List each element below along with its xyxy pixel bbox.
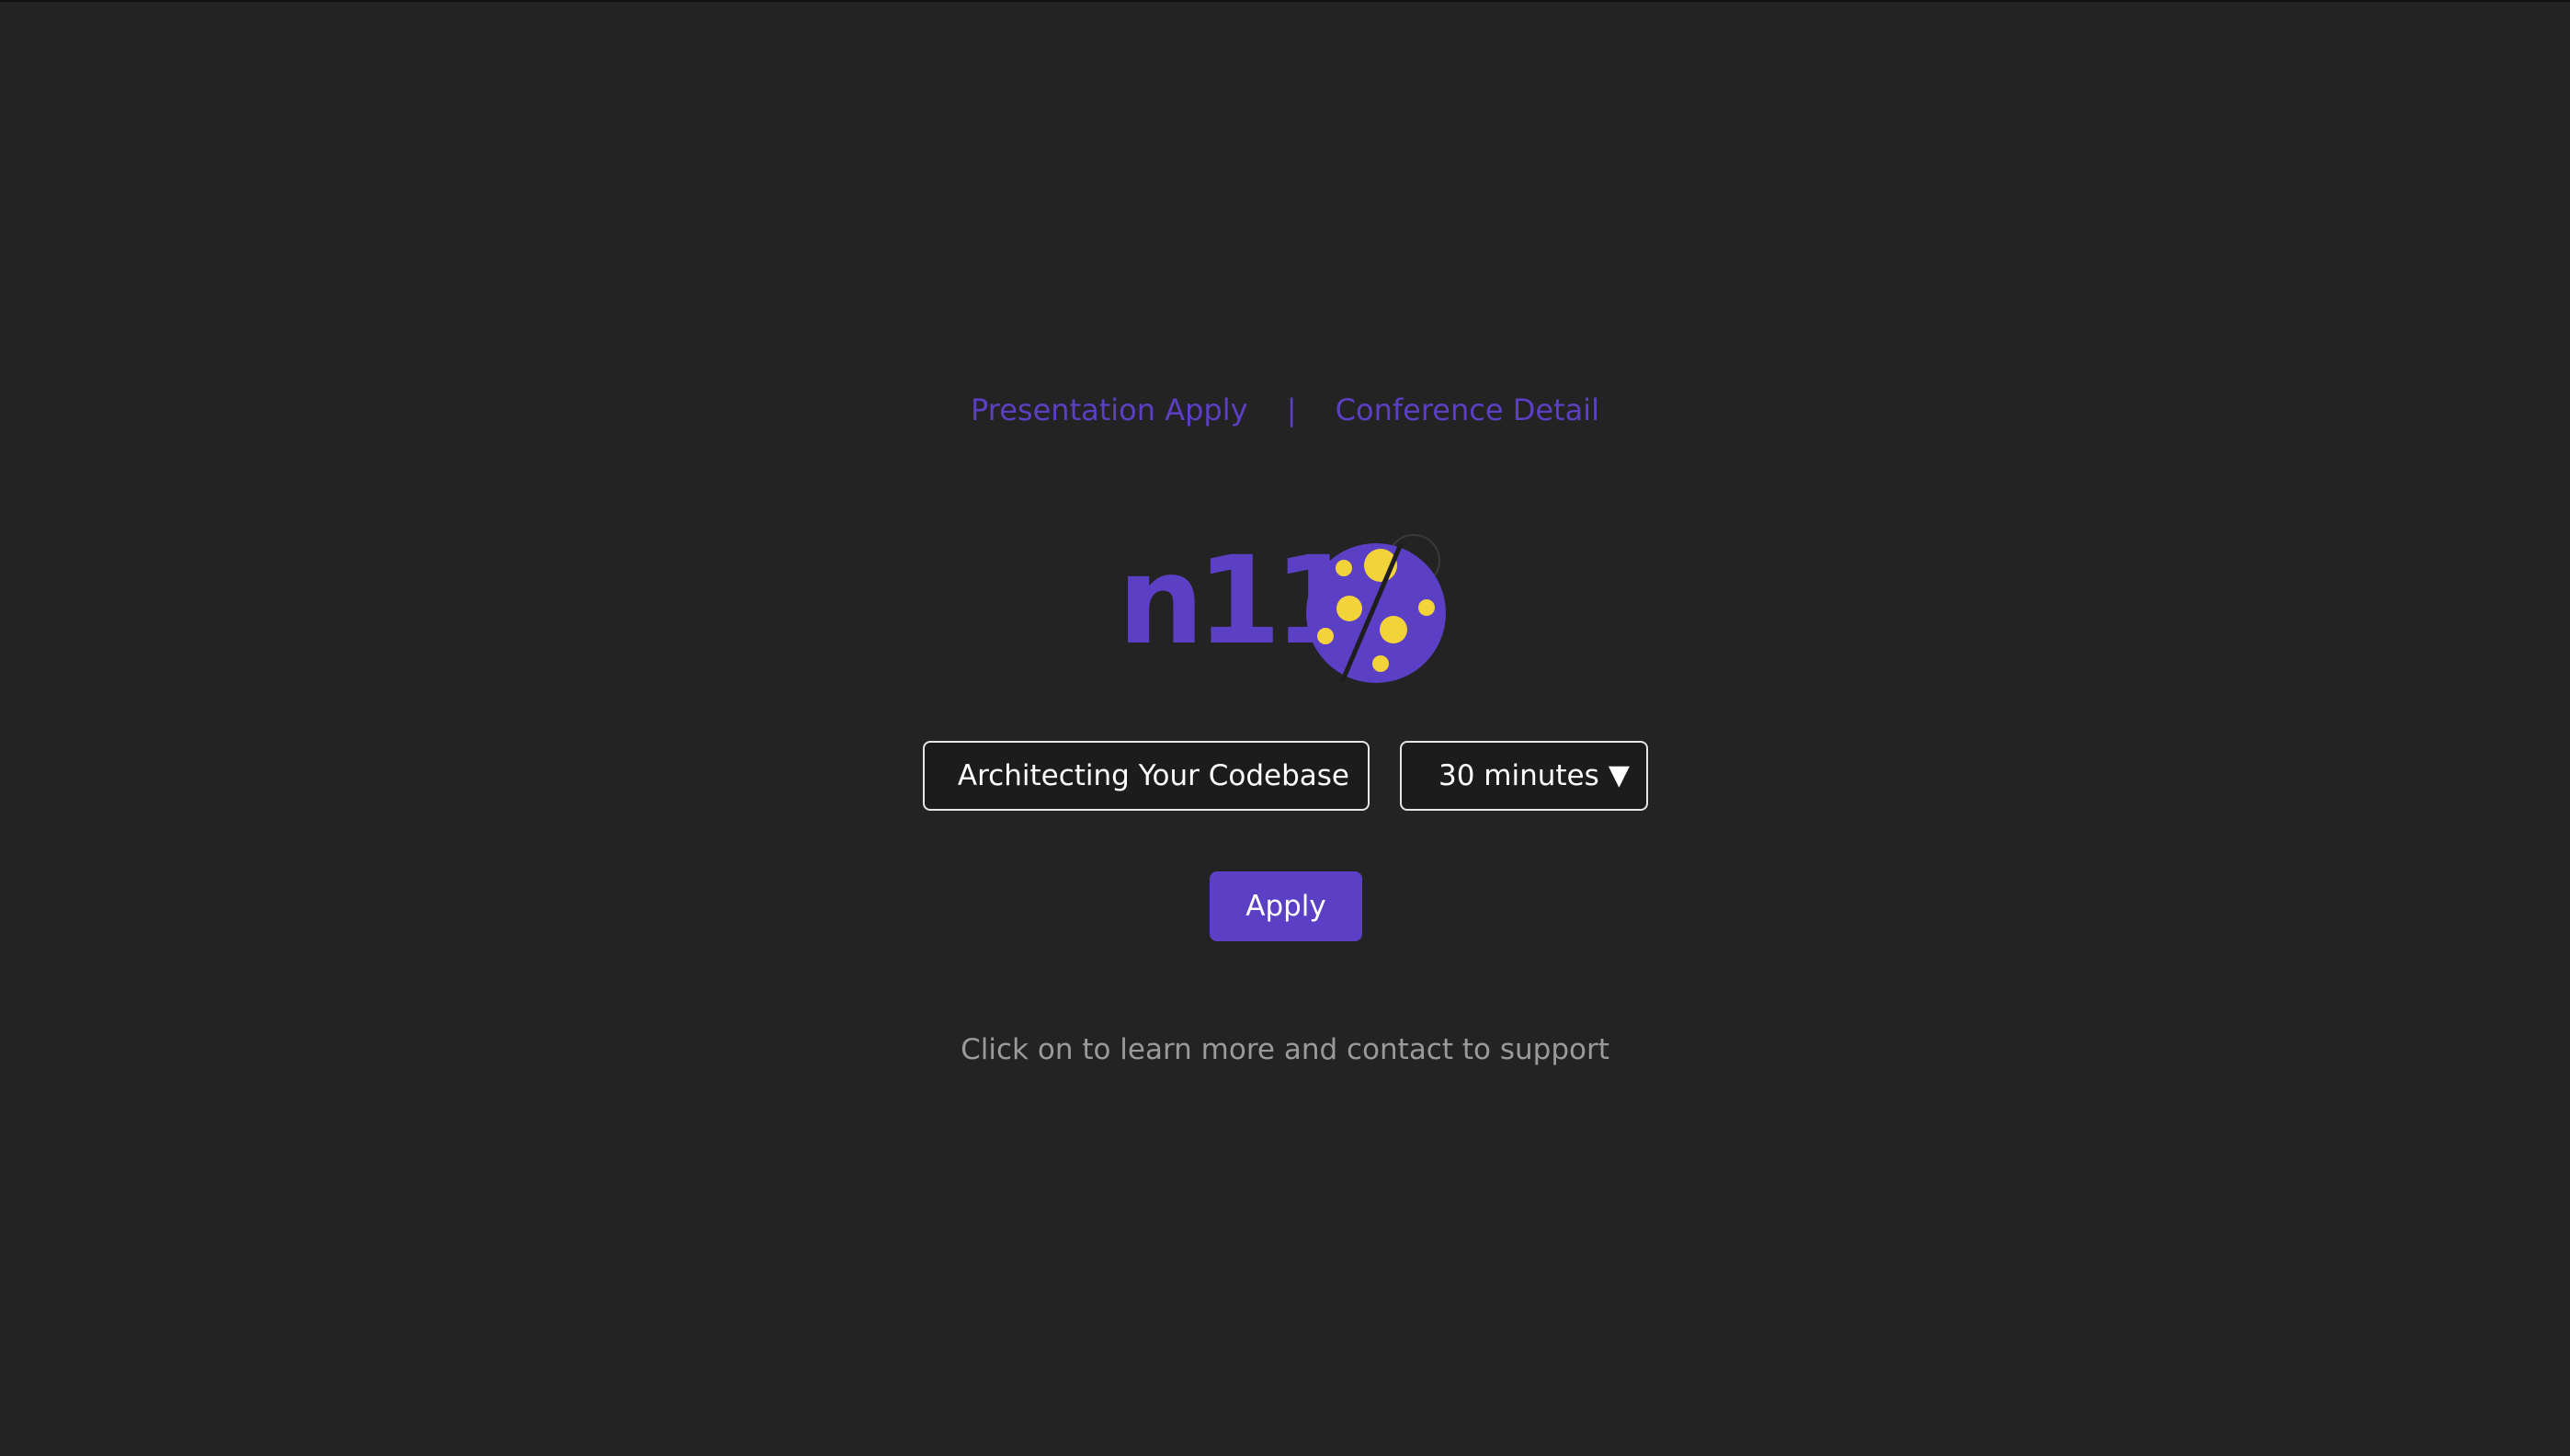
dropdown-arrow-icon: ▼ [1608,759,1630,791]
page: Presentation Apply | Conference Detail n… [0,0,2570,1456]
n11-logo: n11 [1118,524,1458,689]
presentation-title-input[interactable] [923,741,1370,811]
ladybug-icon [1306,534,1446,683]
top-nav: Presentation Apply | Conference Detail [0,392,2570,427]
presentation-apply-link[interactable]: Presentation Apply [971,392,1247,427]
conference-detail-link[interactable]: Conference Detail [1336,392,1599,427]
duration-selected-value: 30 minutes [1439,759,1599,792]
apply-button[interactable]: Apply [1210,871,1362,941]
duration-select[interactable]: 30 minutes ▼ [1400,741,1648,811]
nav-separator: | [1286,392,1297,427]
support-text: Click on to learn more and contact to su… [961,1033,1609,1066]
